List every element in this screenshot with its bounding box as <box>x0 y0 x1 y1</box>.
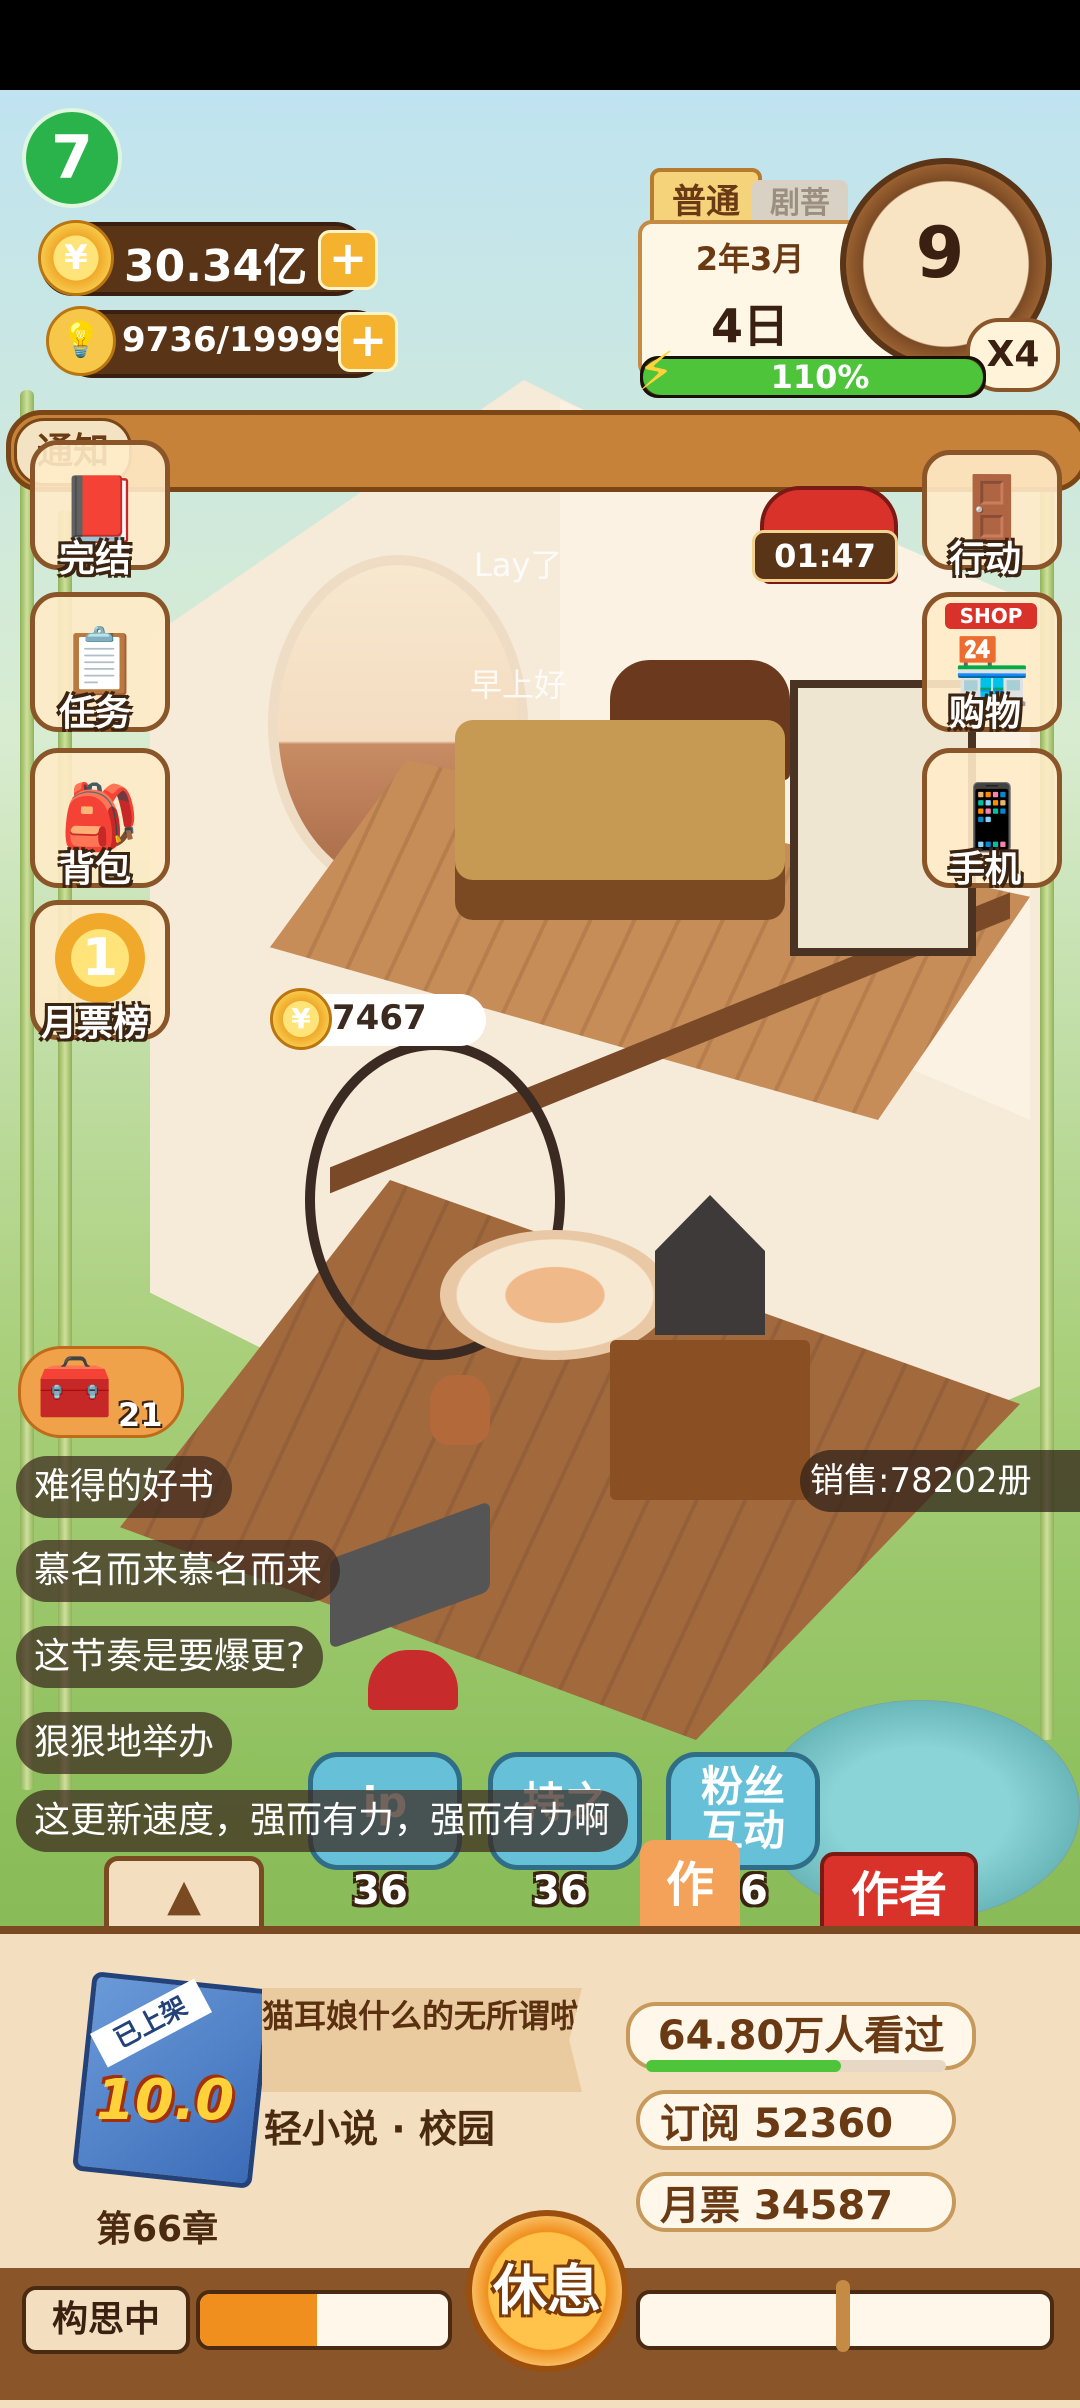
bed[interactable] <box>455 720 785 920</box>
action-count: 36 <box>352 1868 408 1914</box>
coins-value: 30.34亿 <box>124 241 308 292</box>
views-bar <box>646 2060 946 2072</box>
monthly-ticket-stat: 月票 34587 <box>636 2172 956 2232</box>
chest-count: 21 <box>118 1396 163 1434</box>
progress-marker <box>836 2280 850 2352</box>
chapter-label: 第66章 <box>96 2209 219 2250</box>
dog-pet[interactable] <box>430 1375 490 1445</box>
floating-text: Lay了 <box>474 546 563 584</box>
collapse-up-button[interactable]: ▲ <box>104 1856 264 1931</box>
writing-desk[interactable] <box>610 1340 810 1500</box>
book-score: 10.0 <box>96 2068 235 2133</box>
timer-label: 01:47 <box>752 530 898 582</box>
comment-bubble: 难得的好书 <box>16 1456 233 1518</box>
treasure-chest-icon: 🧰 <box>36 1350 114 1423</box>
finished-label: 完结 <box>58 539 131 580</box>
coin-icon: 1 <box>55 913 145 1003</box>
tasks-label: 任务 <box>58 693 131 734</box>
work-button[interactable]: 作 <box>640 1840 740 1930</box>
monthly-rank-label: 月票榜 <box>40 1003 149 1044</box>
lightning-icon: ⚡ <box>637 340 675 403</box>
app-logo[interactable]: 7 <box>22 108 122 208</box>
add-energy-button[interactable]: + <box>338 312 398 372</box>
comment-bubble: 狠狠地举办 <box>16 1712 233 1774</box>
views-fill <box>646 2060 841 2072</box>
book-genre: 轻小说 · 校园 <box>264 2107 495 2151</box>
status-label: 构思中 <box>22 2286 190 2354</box>
coin-icon: ¥ <box>38 220 114 296</box>
coin-icon: ¥ <box>270 988 332 1050</box>
comment-bubble: 这更新速度，强而有力，强而有力啊 <box>16 1790 629 1852</box>
backpack-label: 背包 <box>58 849 131 890</box>
writing-progress-fill <box>200 2294 317 2346</box>
book-title: 猫耳娘什么的无所谓啦 <box>262 1988 582 2092</box>
comment-bubble: 慕名而来慕名而来 <box>16 1540 341 1602</box>
rest-button[interactable]: 休息 <box>466 2210 628 2372</box>
action-label: 行动 <box>948 539 1021 580</box>
lightbulb-icon: 💡 <box>46 306 116 376</box>
comment-bubble: 这节奏是要爆更? <box>16 1626 324 1688</box>
add-coins-button[interactable]: + <box>318 230 378 290</box>
coin-bubble-value: 7467 <box>332 998 427 1038</box>
writing-progress-bar <box>196 2290 452 2350</box>
clock-number: 9 <box>915 212 965 294</box>
subscribe-stat: 订阅 52360 <box>636 2090 956 2150</box>
shop-label: 购物 <box>948 693 1021 734</box>
energy-value: 9736/19999 <box>122 320 348 360</box>
date-year-month: 2年3月 <box>695 240 805 278</box>
phone-label: 手机 <box>948 849 1021 890</box>
stamina-percent: 110% <box>770 358 870 396</box>
sales-count: 销售:78202册 <box>800 1450 1080 1512</box>
action-count: 36 <box>532 1868 588 1914</box>
shop-sign: SHOP <box>945 603 1037 629</box>
floating-text: 早上好 <box>470 666 567 704</box>
